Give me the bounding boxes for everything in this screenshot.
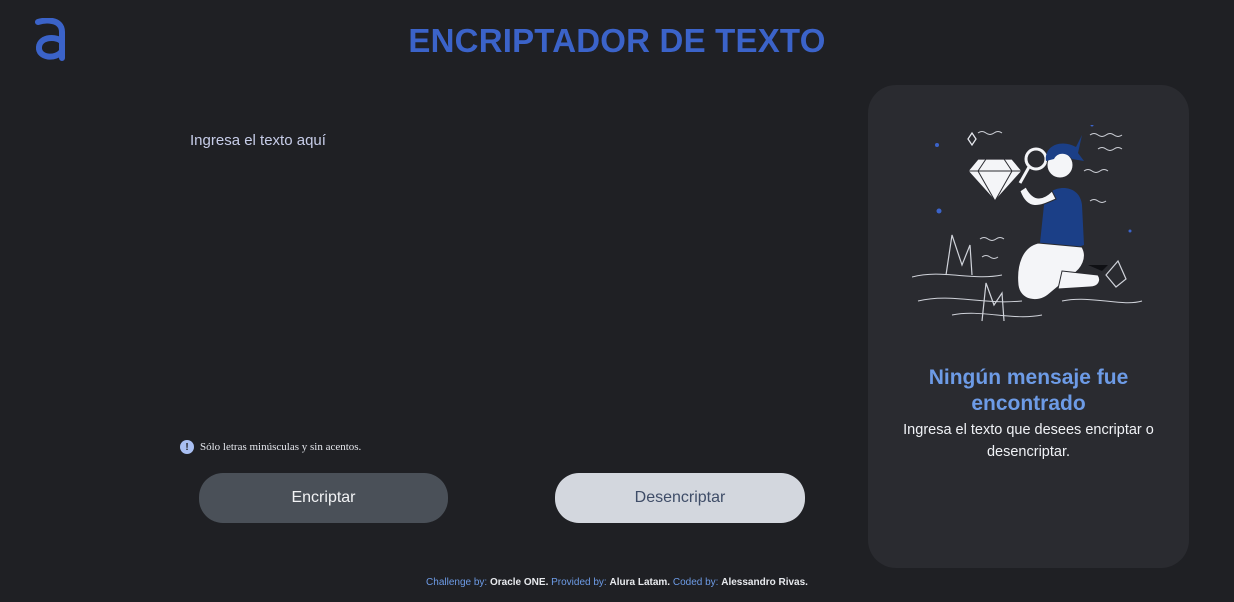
result-panel: Ningún mensaje fue encontrado Ingresa el… — [868, 85, 1189, 568]
input-hint: ! Sólo letras minúsculas y sin acentos. — [180, 440, 361, 454]
footer-coded-value: Alessandro Rivas — [721, 577, 806, 588]
footer-provided-label: Provided by: — [551, 577, 607, 588]
encrypt-button[interactable]: Encriptar — [199, 473, 448, 523]
person-with-magnifying-glass-illustration — [912, 125, 1143, 322]
footer: Challenge by: Oracle ONE. Provided by: A… — [426, 577, 808, 588]
footer-challenge-value: Oracle ONE — [489, 577, 546, 588]
text-input[interactable] — [188, 126, 828, 426]
decrypt-button[interactable]: Desencriptar — [555, 473, 805, 523]
footer-coded-label: Coded by: — [672, 577, 719, 588]
footer-provided-value: Alura Latam — [609, 577, 668, 588]
hint-text: Sólo letras minúsculas y sin acentos. — [200, 441, 362, 453]
panel-text: Ingresa el texto que desees encriptar o … — [903, 422, 1154, 460]
footer-challenge-label: Challenge by: — [426, 577, 488, 588]
info-icon: ! — [180, 440, 194, 454]
page-title: ENCRIPTADOR DE TEXTO — [408, 22, 826, 59]
panel-title: Ningún mensaje fue encontrado — [928, 366, 1129, 415]
